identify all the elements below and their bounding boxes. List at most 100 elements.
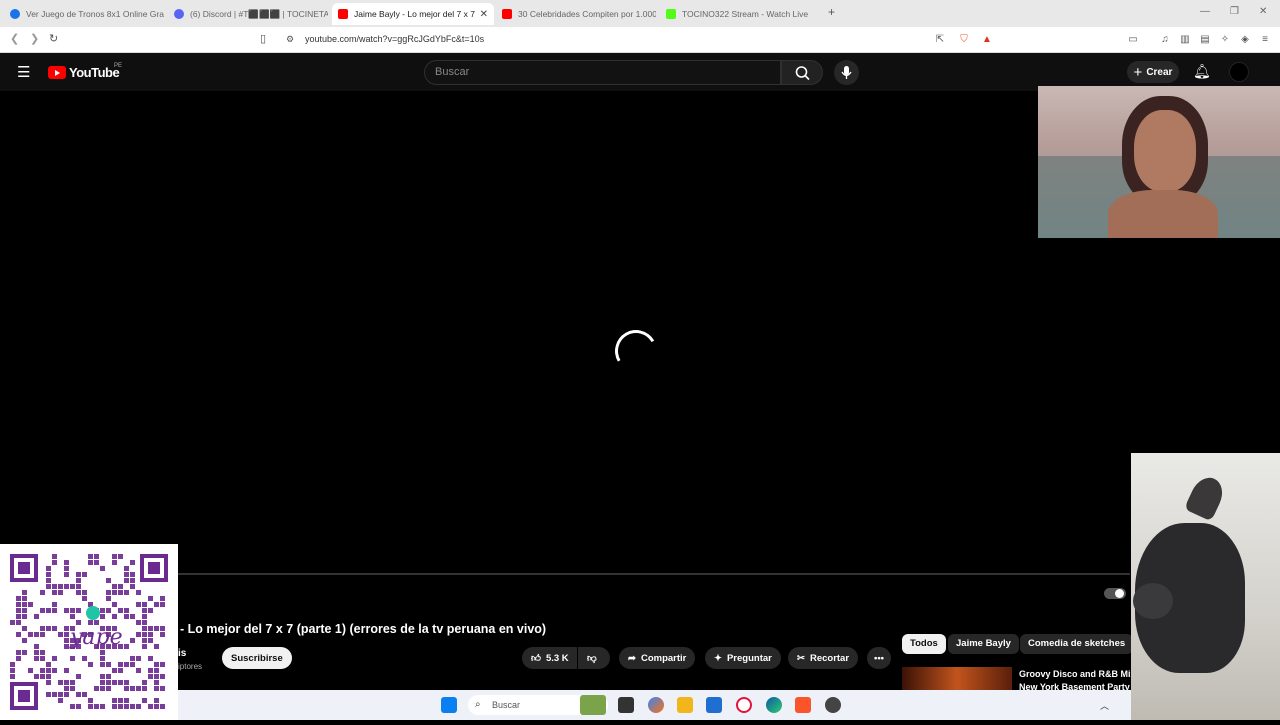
widget-icon[interactable] <box>580 695 606 715</box>
back-icon[interactable]: ❮ <box>10 32 19 45</box>
face-shape <box>1134 110 1196 192</box>
browser-tab[interactable]: 30 Celebridades Compiten por 1.000 <box>496 3 656 25</box>
youtube-logo[interactable]: YouTube PE <box>48 63 123 80</box>
pig-ear-shape <box>1183 472 1229 522</box>
tab-label: TOCINO322 Stream - Watch Live <box>682 9 809 19</box>
qr-code: yape <box>0 544 178 720</box>
tab-favicon-icon <box>10 9 20 19</box>
qr-code-image: yape <box>0 544 178 720</box>
browser-tab-active[interactable]: Jaime Bayly - Lo mejor del 7 x 7 ✕ <box>332 3 494 25</box>
video-progress-bar[interactable] <box>178 573 1130 575</box>
svg-text:yape: yape <box>69 625 123 650</box>
related-video-thumbnail[interactable] <box>902 667 1012 690</box>
menu-icon[interactable]: ≡ <box>1258 33 1272 47</box>
store-icon[interactable] <box>706 697 722 713</box>
pet-camera-overlay <box>1131 453 1280 720</box>
windows-taskbar: Buscar ⌕ ︿ <box>178 690 1131 720</box>
forward-icon[interactable]: ❯ <box>30 32 39 45</box>
windows-start-icon[interactable] <box>441 697 457 713</box>
subscriber-count: iptores <box>178 662 203 671</box>
edge-icon[interactable] <box>766 697 782 713</box>
ask-label: Preguntar <box>726 652 772 664</box>
reader-icon[interactable]: ▭ <box>1126 33 1140 47</box>
tab-label: Ver Juego de Tronos 8x1 Online Gra <box>26 9 164 19</box>
thumbs-up-icon: 👍︎ <box>531 653 541 664</box>
logo-text: YouTube <box>69 65 120 80</box>
close-tab-icon[interactable]: ✕ <box>480 9 488 20</box>
youtube-play-icon <box>48 66 66 79</box>
chip-comedia[interactable]: Comedia de sketches <box>1020 634 1134 654</box>
create-button[interactable]: + Crear <box>1127 61 1179 83</box>
tab-label: (6) Discord | #T⬛⬛⬛ | TOCINETA <box>190 8 328 19</box>
more-icon: ••• <box>874 652 884 664</box>
more-actions-button[interactable]: ••• <box>867 647 891 669</box>
video-title: - Lo mejor del 7 x 7 (parte 1) (errores … <box>180 622 547 636</box>
shoulders-shape <box>1108 190 1218 238</box>
task-view-icon[interactable] <box>618 697 634 713</box>
hamburger-menu-icon[interactable]: ☰ <box>17 63 30 81</box>
browser-tab[interactable]: Ver Juego de Tronos 8x1 Online Gra <box>4 3 164 25</box>
voice-search-button[interactable] <box>834 60 859 85</box>
reload-icon[interactable]: ↻ <box>49 32 58 45</box>
minimize-icon[interactable]: — <box>1200 6 1210 17</box>
brave-rewards-icon[interactable]: ▲ <box>980 33 994 47</box>
kick-icon <box>666 9 676 19</box>
browser-tab[interactable]: (6) Discord | #T⬛⬛⬛ | TOCINETA <box>168 3 328 25</box>
search-input[interactable]: Buscar <box>424 60 781 85</box>
new-tab-button[interactable]: + <box>828 5 835 19</box>
discord-icon <box>174 9 184 19</box>
vpn-icon[interactable]: ◈ <box>1238 33 1252 47</box>
create-label: Crear <box>1146 66 1173 78</box>
share-label: Compartir <box>640 652 687 664</box>
app-icon[interactable] <box>825 697 841 713</box>
file-explorer-icon[interactable] <box>677 697 693 713</box>
channel-name[interactable]: is <box>178 648 186 659</box>
sidebar-icon[interactable]: ▥ <box>1178 33 1192 47</box>
subscribe-button[interactable]: Suscribirse <box>222 647 292 669</box>
dislike-button[interactable]: 👎︎ <box>578 647 610 669</box>
browser-tab[interactable]: TOCINO322 Stream - Watch Live <box>660 3 820 25</box>
opera-icon[interactable] <box>736 697 752 713</box>
bookmark-icon[interactable]: ▯ <box>260 32 266 45</box>
share-icon[interactable]: ⇱ <box>933 33 947 47</box>
tab-label: 30 Celebridades Compiten por 1.000 <box>518 9 656 19</box>
browser-tab-strip: Ver Juego de Tronos 8x1 Online Gra (6) D… <box>0 0 1280 27</box>
subscribe-label: Suscribirse <box>231 652 283 664</box>
bell-icon[interactable]: 🔔︎ <box>1193 63 1211 80</box>
ask-button[interactable]: ✦ Preguntar <box>705 647 781 669</box>
search-icon <box>795 66 810 81</box>
brave-shield-icon[interactable]: ⛉ <box>957 33 971 47</box>
copilot-icon[interactable] <box>648 697 664 713</box>
like-button[interactable]: 👍︎ 5.3 K <box>522 647 577 669</box>
search-button[interactable] <box>781 60 823 85</box>
taskbar-search-icon: ⌕ <box>475 699 481 710</box>
region-code: PE <box>114 63 123 69</box>
tab-label: Jaime Bayly - Lo mejor del 7 x 7 <box>354 9 475 19</box>
microphone-icon <box>841 66 852 79</box>
wallet-icon[interactable]: ▤ <box>1198 33 1212 47</box>
autoplay-toggle-knob <box>1115 589 1124 598</box>
chip-jaime-bayly[interactable]: Jaime Bayly <box>948 634 1019 654</box>
close-window-icon[interactable]: ✕ <box>1259 6 1267 17</box>
share-button[interactable]: ➦ Compartir <box>619 647 696 669</box>
avatar[interactable] <box>1229 62 1249 82</box>
address-bar[interactable]: youtube.com/watch?v=ggRcJGdYbFc&t=10s <box>305 34 484 44</box>
plus-icon: + <box>1133 63 1143 81</box>
youtube-icon <box>502 9 512 19</box>
youtube-icon <box>338 9 348 19</box>
browser-toolbar: ❮ ❯ ↻ ▯ ⚙ youtube.com/watch?v=ggRcJGdYbF… <box>0 27 1280 53</box>
leo-icon[interactable]: ✧ <box>1218 33 1232 47</box>
maximize-icon[interactable]: ❐ <box>1230 6 1239 17</box>
related-video-title[interactable]: Groovy Disco and R&B Mix <box>1019 669 1136 679</box>
system-tray-chevron-icon[interactable]: ︿ <box>1100 699 1109 712</box>
clip-button[interactable]: ✂ Recortar <box>788 647 859 669</box>
share-arrow-icon: ➦ <box>628 652 636 664</box>
brave-icon[interactable] <box>795 697 811 713</box>
thumbs-down-icon: 👎︎ <box>587 653 597 664</box>
chip-todos[interactable]: Todos <box>902 634 946 654</box>
clip-label: Recortar <box>809 652 850 664</box>
pig-snout-shape <box>1133 583 1173 619</box>
site-info-icon[interactable]: ⚙ <box>286 34 294 45</box>
media-icon[interactable]: ♫ <box>1158 33 1172 47</box>
autoplay-toggle[interactable] <box>1104 588 1126 599</box>
